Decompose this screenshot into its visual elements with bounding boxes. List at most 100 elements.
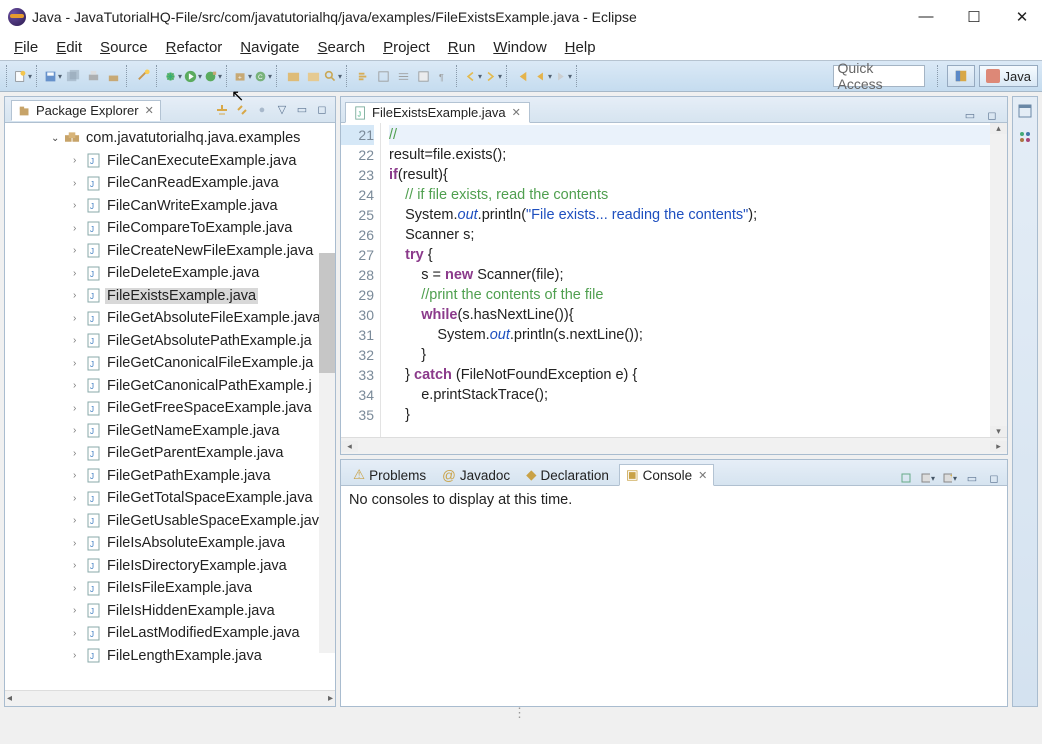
open-perspective-button[interactable] <box>947 65 975 87</box>
maximize-console-icon[interactable]: ◻ <box>987 471 1001 485</box>
back-button[interactable] <box>534 67 552 85</box>
tree-file-item[interactable]: ›JFileExistsExample.java <box>5 285 335 308</box>
editor-hscrollbar[interactable]: ◂▸ <box>341 437 1007 454</box>
tree-file-item[interactable]: ›JFileGetAbsoluteFileExample.java <box>5 307 335 330</box>
expand-arrow-icon[interactable]: › <box>73 628 87 639</box>
debug-button[interactable] <box>164 67 182 85</box>
expand-arrow-icon[interactable]: › <box>73 560 87 571</box>
new-button[interactable] <box>14 67 32 85</box>
expand-arrow-icon[interactable]: › <box>73 223 87 234</box>
open-type-button[interactable] <box>284 67 302 85</box>
menu-run[interactable]: Run <box>440 37 484 58</box>
new-class-button[interactable]: C <box>254 67 272 85</box>
open-task-button[interactable] <box>304 67 322 85</box>
tree-file-item[interactable]: ›JFileGetNameExample.java <box>5 420 335 443</box>
expand-arrow-icon[interactable]: › <box>73 380 87 391</box>
close-tab-icon[interactable]: ✕ <box>512 106 521 119</box>
open-console-icon[interactable]: + <box>943 471 957 485</box>
tree-file-item[interactable]: ›JFileCanExecuteExample.java <box>5 150 335 173</box>
tree-file-item[interactable]: ›JFileLastModifiedExample.java <box>5 622 335 645</box>
editor-tab[interactable]: J FileExistsExample.java ✕ <box>345 102 530 123</box>
last-edit-button[interactable] <box>514 67 532 85</box>
maximize-view-icon[interactable]: ◻ <box>315 103 329 117</box>
expand-arrow-icon[interactable]: › <box>73 403 87 414</box>
display-console-icon[interactable] <box>921 471 935 485</box>
expand-arrow-icon[interactable]: › <box>73 515 87 526</box>
tree-file-item[interactable]: ›JFileGetTotalSpaceExample.java <box>5 487 335 510</box>
java-perspective-button[interactable]: Java <box>979 65 1038 87</box>
menu-navigate[interactable]: Navigate <box>232 37 307 58</box>
expand-arrow-icon[interactable]: › <box>73 605 87 616</box>
tree-file-item[interactable]: ›JFileLengthExample.java <box>5 645 335 668</box>
view-tab-javadoc[interactable]: @Javadoc <box>436 466 516 485</box>
menu-edit[interactable]: Edit <box>48 37 90 58</box>
expand-arrow-icon[interactable]: › <box>73 448 87 459</box>
view-tab-declaration[interactable]: ◆Declaration <box>520 465 615 485</box>
menu-window[interactable]: Window <box>485 37 554 58</box>
code-area[interactable]: //result=file.exists();if(result){ // if… <box>381 123 990 437</box>
expand-arrow-icon[interactable]: › <box>73 268 87 279</box>
expand-arrow-icon[interactable]: ⌄ <box>51 133 65 144</box>
tree-file-item[interactable]: ›JFileGetCanonicalPathExample.j <box>5 375 335 398</box>
tree-file-item[interactable]: ›JFileCanReadExample.java <box>5 172 335 195</box>
menu-file[interactable]: File <box>6 37 46 58</box>
trim-restore-icon[interactable] <box>1017 103 1033 119</box>
forward-button[interactable] <box>554 67 572 85</box>
outline-trim-icon[interactable] <box>1017 129 1033 145</box>
close-window-button[interactable]: ✕ <box>1010 8 1034 26</box>
expand-arrow-icon[interactable]: › <box>73 335 87 346</box>
tree-file-item[interactable]: ›JFileGetPathExample.java <box>5 465 335 488</box>
package-explorer-tab[interactable]: Package Explorer ✕ <box>11 100 161 121</box>
save-button[interactable] <box>44 67 62 85</box>
tree-file-item[interactable]: ›JFileCompareToExample.java <box>5 217 335 240</box>
maximize-editor-icon[interactable]: ◻ <box>985 108 999 122</box>
tree-scrollbar-thumb[interactable] <box>319 253 335 373</box>
mark-button[interactable] <box>394 67 412 85</box>
tree-file-item[interactable]: ›JFileIsHiddenExample.java <box>5 600 335 623</box>
focus-icon[interactable]: ● <box>255 103 269 117</box>
maximize-button[interactable]: ☐ <box>962 8 986 26</box>
expand-arrow-icon[interactable]: › <box>73 155 87 166</box>
tree-file-item[interactable]: ›JFileGetParentExample.java <box>5 442 335 465</box>
save-all-button[interactable] <box>64 67 82 85</box>
block-button[interactable] <box>374 67 392 85</box>
link-button[interactable] <box>134 67 152 85</box>
expand-arrow-icon[interactable]: › <box>73 178 87 189</box>
minimize-console-icon[interactable]: ▭ <box>965 471 979 485</box>
menu-project[interactable]: Project <box>375 37 438 58</box>
package-tree[interactable]: ⌄ com.javatutorialhq.java.examples ›JFil… <box>5 123 335 690</box>
expand-arrow-icon[interactable]: › <box>73 470 87 481</box>
view-tab-problems[interactable]: ⚠Problems <box>347 465 432 485</box>
tree-file-item[interactable]: ›JFileIsDirectoryExample.java <box>5 555 335 578</box>
expand-arrow-icon[interactable]: › <box>73 650 87 661</box>
menu-help[interactable]: Help <box>557 37 604 58</box>
expand-arrow-icon[interactable]: › <box>73 493 87 504</box>
tree-file-item[interactable]: ›JFileGetUsableSpaceExample.jav <box>5 510 335 533</box>
minimize-button[interactable]: — <box>914 8 938 26</box>
close-tab-icon[interactable]: ✕ <box>145 104 154 117</box>
build-button[interactable] <box>104 67 122 85</box>
editor-vscrollbar[interactable] <box>990 123 1007 437</box>
annotation-prev-button[interactable] <box>464 67 482 85</box>
tree-file-item[interactable]: ›JFileGetCanonicalFileExample.ja <box>5 352 335 375</box>
search-button[interactable] <box>324 67 342 85</box>
view-menu-icon[interactable]: ▽ <box>275 103 289 117</box>
view-tab-console[interactable]: ▣Console✕ <box>619 464 715 486</box>
run-last-button[interactable] <box>204 67 222 85</box>
tree-hscrollbar[interactable]: ◂▸ <box>5 690 335 706</box>
tree-file-item[interactable]: ›JFileGetFreeSpaceExample.java <box>5 397 335 420</box>
menu-source[interactable]: Source <box>92 37 156 58</box>
close-tab-icon[interactable]: ✕ <box>698 469 707 482</box>
expand-arrow-icon[interactable]: › <box>73 290 87 301</box>
tree-file-item[interactable]: ›JFileCanWriteExample.java <box>5 195 335 218</box>
bottom-splitter[interactable]: ⋮ <box>0 707 1042 719</box>
minimize-view-icon[interactable]: ▭ <box>295 103 309 117</box>
tree-file-item[interactable]: ›JFileGetAbsolutePathExample.ja <box>5 330 335 353</box>
expand-arrow-icon[interactable]: › <box>73 583 87 594</box>
tree-file-item[interactable]: ›JFileDeleteExample.java <box>5 262 335 285</box>
link-editor-icon[interactable] <box>235 103 249 117</box>
tree-file-item[interactable]: ›JFileIsAbsoluteExample.java <box>5 532 335 555</box>
minimize-editor-icon[interactable]: ▭ <box>963 108 977 122</box>
expand-arrow-icon[interactable]: › <box>73 538 87 549</box>
pin-console-icon[interactable] <box>899 471 913 485</box>
